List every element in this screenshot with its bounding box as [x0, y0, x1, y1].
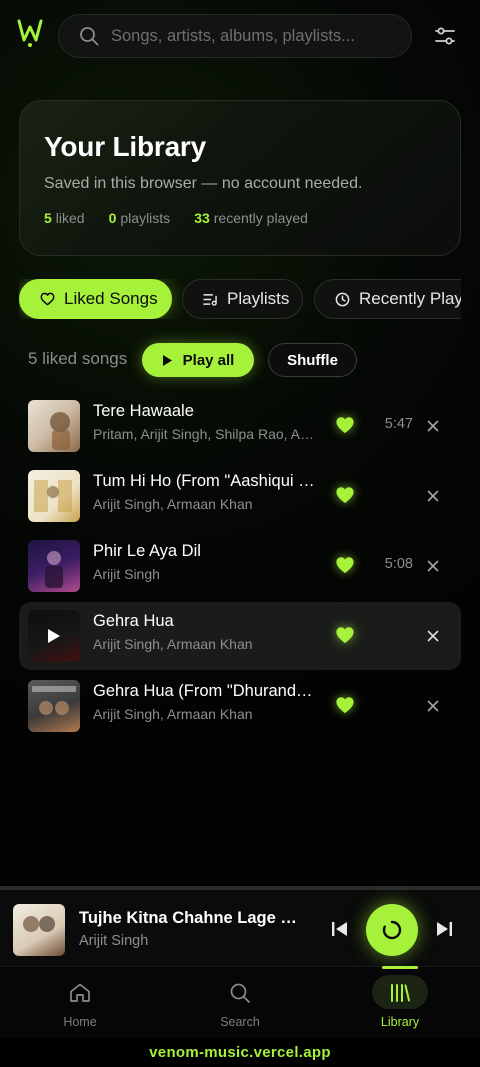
play-overlay[interactable] — [28, 610, 80, 662]
venom-logo-icon[interactable] — [17, 18, 43, 48]
song-title: Tum Hi Ho (From "Aashiqui 2") — [93, 472, 315, 490]
song-duration: 5:08 — [384, 556, 413, 572]
nav-label: Home — [63, 1015, 97, 1029]
search-input[interactable] — [111, 26, 401, 46]
heart-icon[interactable] — [335, 556, 355, 574]
loading-spinner-icon — [382, 920, 402, 940]
tab-recently-played[interactable]: Recently Played — [314, 279, 461, 319]
mini-player[interactable]: Tujhe Kitna Chahne Lage Hum Arijit Singh — [0, 886, 480, 966]
song-artist: Pritam, Arijit Singh, Shilpa Rao, Amitab… — [93, 426, 315, 442]
liked-count: 5 liked songs — [28, 349, 128, 368]
album-art — [28, 400, 80, 452]
nav-label: Library — [380, 1015, 420, 1029]
library-subtitle: Saved in this browser — no account neede… — [44, 175, 363, 192]
tab-label: Recently Played — [359, 289, 461, 308]
tab-playlists[interactable]: Playlists — [182, 279, 303, 319]
library-tabs: Liked Songs Playlists Recently Played — [19, 279, 461, 319]
close-icon[interactable] — [427, 700, 439, 712]
song-row[interactable]: Phir Le Aya Dil Arijit Singh 5:08 — [19, 532, 461, 600]
library-card: Your Library Saved in this browser — no … — [19, 100, 461, 256]
now-playing-artist: Arijit Singh — [79, 933, 149, 949]
tab-label: Liked Songs — [64, 289, 158, 308]
nav-search[interactable]: Search — [160, 967, 320, 1038]
album-art — [28, 610, 80, 662]
heart-icon[interactable] — [335, 626, 355, 644]
sliders-icon[interactable] — [432, 24, 458, 48]
song-artist: Arijit Singh — [93, 566, 160, 582]
song-row[interactable]: Tum Hi Ho (From "Aashiqui 2") Arijit Sin… — [19, 462, 461, 530]
heart-icon — [40, 292, 55, 306]
play-all-label: Play all — [182, 351, 235, 369]
skip-next-icon[interactable] — [434, 920, 454, 938]
song-artist: Arijit Singh, Armaan Khan — [93, 496, 253, 512]
album-art — [28, 540, 80, 592]
close-icon[interactable] — [427, 420, 439, 432]
play-icon — [48, 629, 60, 643]
play-pause-button[interactable] — [366, 904, 418, 956]
shuffle-label: Shuffle — [287, 351, 338, 369]
library-stats: 5 liked 0 playlists 33 recently played — [44, 210, 308, 226]
home-icon — [70, 983, 90, 1002]
clock-icon — [335, 292, 350, 306]
stat-playlists: 0 playlists — [108, 210, 171, 226]
search-icon — [80, 27, 99, 46]
close-icon[interactable] — [427, 560, 439, 572]
search-bar[interactable] — [58, 14, 412, 58]
top-bar — [0, 0, 480, 72]
nav-home[interactable]: Home — [0, 967, 160, 1038]
song-row[interactable]: Gehra Hua (From "Dhurandhar") Arijit Sin… — [19, 672, 461, 740]
close-icon[interactable] — [427, 490, 439, 502]
play-icon — [162, 354, 172, 366]
url-bar: venom-music.vercel.app — [0, 1038, 480, 1067]
playlist-icon — [203, 293, 217, 306]
skip-previous-icon[interactable] — [330, 920, 350, 938]
search-icon — [230, 983, 250, 1003]
shuffle-button[interactable]: Shuffle — [268, 343, 357, 377]
library-icon — [391, 984, 410, 1002]
tab-liked-songs[interactable]: Liked Songs — [19, 279, 172, 319]
now-playing-title: Tujhe Kitna Chahne Lage Hum — [79, 909, 303, 927]
close-icon[interactable] — [427, 630, 439, 642]
tab-label: Playlists — [227, 289, 290, 308]
heart-icon[interactable] — [335, 696, 355, 714]
song-duration: 5:47 — [384, 416, 413, 432]
url-text: venom-music.vercel.app — [149, 1044, 331, 1061]
song-row[interactable]: Gehra Hua Arijit Singh, Armaan Khan — [19, 602, 461, 670]
page-title: Your Library — [44, 131, 207, 162]
nav-library[interactable]: Library — [320, 966, 480, 1038]
app-root: Your Library Saved in this browser — no … — [0, 0, 480, 1038]
song-title: Tere Hawaale — [93, 402, 194, 420]
album-art — [28, 470, 80, 522]
heart-icon[interactable] — [335, 486, 355, 504]
album-art — [28, 680, 80, 732]
heart-icon[interactable] — [335, 416, 355, 434]
bottom-nav: Home Search Library — [0, 966, 480, 1038]
song-artist: Arijit Singh, Armaan Khan — [93, 636, 253, 652]
active-indicator — [382, 966, 418, 969]
song-row[interactable]: Tere Hawaale Pritam, Arijit Singh, Shilp… — [19, 392, 461, 460]
song-title: Gehra Hua (From "Dhurandhar") — [93, 682, 315, 700]
stat-liked: 5 liked — [44, 210, 85, 226]
now-playing-art — [13, 904, 65, 956]
song-title: Gehra Hua — [93, 612, 174, 630]
nav-label: Search — [220, 1015, 260, 1029]
stat-recently-played: 33 recently played — [194, 210, 308, 226]
song-artist: Arijit Singh, Armaan Khan — [93, 706, 253, 722]
song-title: Phir Le Aya Dil — [93, 542, 201, 560]
play-all-button[interactable]: Play all — [142, 343, 254, 377]
